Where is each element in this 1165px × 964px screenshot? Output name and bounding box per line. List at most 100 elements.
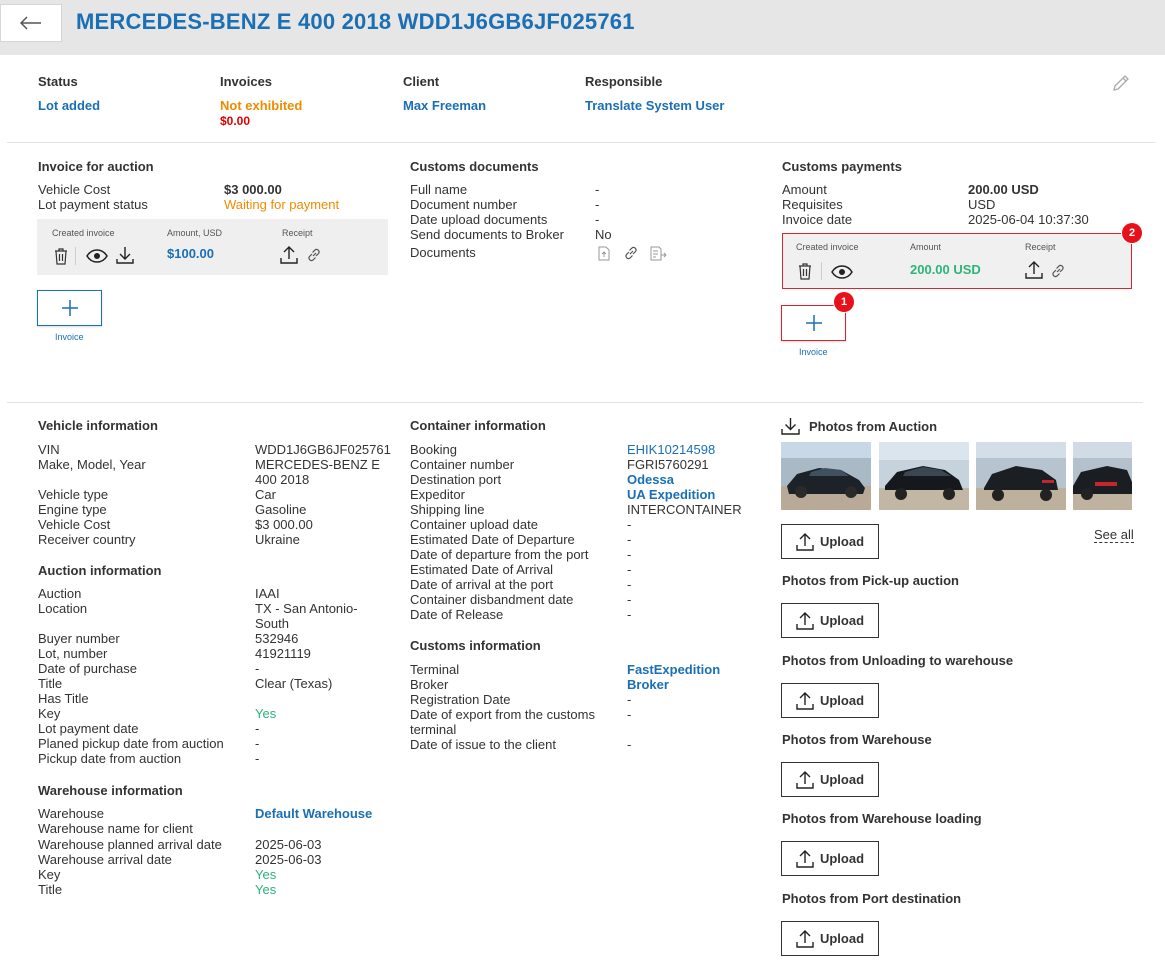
row-value: Clear (Texas)	[255, 676, 333, 691]
row-value: -	[627, 692, 632, 707]
booking-link[interactable]: EHIK10214598	[627, 442, 715, 457]
see-all-link[interactable]: See all	[1094, 527, 1134, 543]
row-label: Expeditor	[410, 487, 465, 502]
row-value: Yes	[255, 867, 277, 882]
upload-icon	[796, 691, 814, 710]
row-label: Container upload date	[410, 517, 538, 532]
step-badge-1: 1	[834, 292, 854, 312]
invoice-auction-details: Vehicle Cost $3 000.00 Lot payment status…	[38, 182, 339, 212]
auction-invoice-table: Created invoice Amount, USD Receipt $100…	[37, 219, 388, 275]
trash-icon[interactable]	[53, 247, 69, 265]
upload-warehouse-loading-photos-button[interactable]: Upload	[781, 841, 879, 876]
warehouse-link[interactable]: Default Warehouse	[255, 806, 372, 821]
row-value: -	[255, 721, 260, 736]
trash-icon[interactable]	[797, 262, 813, 280]
row-value: -	[627, 547, 632, 562]
row-value-cont: 400 2018	[255, 472, 310, 487]
upload-icon[interactable]	[1025, 261, 1043, 279]
pencil-icon[interactable]	[1111, 73, 1131, 93]
col-created-invoice: Created invoice	[796, 242, 859, 252]
row-label: Container disbandment date	[410, 592, 574, 607]
auction-photo-4[interactable]	[1073, 442, 1132, 510]
destination-port-link[interactable]: Odessa	[627, 472, 674, 487]
auction-photo-1[interactable]	[781, 442, 871, 510]
upload-auction-photos-button[interactable]: Upload	[781, 524, 879, 559]
link-icon[interactable]	[623, 245, 639, 261]
upload-icon[interactable]	[280, 246, 298, 264]
upload-label: Upload	[819, 772, 865, 787]
row-label: Documents	[410, 245, 476, 260]
row-label: Key	[38, 706, 61, 721]
vehicle-cost-value: $3 000.00	[224, 182, 282, 197]
row-label: Date of departure from the port	[410, 547, 589, 562]
client-link[interactable]: Max Freeman	[403, 98, 486, 113]
auction-photo-3[interactable]	[976, 442, 1066, 510]
add-auction-invoice-button[interactable]	[37, 290, 102, 326]
row-label: Send documents to Broker	[410, 227, 564, 242]
responsible-label: Responsible	[585, 74, 663, 89]
arrow-left-icon	[20, 16, 41, 30]
download-icon[interactable]	[781, 417, 800, 435]
eye-icon[interactable]	[86, 249, 108, 263]
upload-port-destination-photos-button[interactable]: Upload	[781, 921, 879, 956]
download-icon[interactable]	[116, 246, 134, 264]
row-value: Yes	[255, 706, 277, 721]
divider	[7, 402, 1143, 403]
status-label: Status	[38, 74, 78, 89]
row-label: VIN	[38, 442, 60, 457]
photos-section-title: Photos from Warehouse loading	[782, 811, 982, 826]
link-icon[interactable]	[1050, 263, 1066, 279]
eye-icon[interactable]	[831, 265, 853, 279]
col-created-invoice: Created invoice	[52, 228, 115, 238]
row-value: $3 000.00	[255, 517, 313, 532]
divider	[7, 142, 1155, 143]
row-label: Make, Model, Year	[38, 457, 146, 472]
link-icon[interactable]	[306, 247, 322, 263]
col-amount: Amount	[910, 242, 942, 252]
page-title: MERCEDES-BENZ E 400 2018 WDD1J6GB6JF0257…	[76, 9, 635, 34]
step-badge-2: 2	[1122, 223, 1142, 243]
customs-info-details: Terminal FastExpedition Broker Broker Regi…	[410, 662, 720, 752]
row-value-cont: South	[255, 616, 289, 631]
upload-label: Upload	[819, 931, 865, 946]
photos-section-title: Photos from Warehouse	[782, 732, 932, 747]
warehouse-info-details: Warehouse Default Warehouse Warehouse nam…	[38, 806, 372, 897]
broker-link[interactable]: Broker	[627, 677, 669, 692]
row-value: USD	[968, 197, 996, 212]
upload-unloading-photos-button[interactable]: Upload	[781, 683, 879, 718]
row-value: -	[627, 577, 632, 592]
row-value: 200.00 USD	[968, 182, 1039, 197]
client-label: Client	[403, 74, 440, 89]
upload-label: Upload	[819, 693, 865, 708]
row-value: INTERCONTAINER	[627, 502, 742, 517]
terminal-link[interactable]: FastExpedition	[627, 662, 720, 677]
responsible-link[interactable]: Translate System User	[585, 98, 724, 113]
upload-icon	[796, 611, 814, 630]
plus-icon	[805, 315, 822, 331]
auction-info-details: Auction IAAI Location TX - San Antonio- Sou…	[38, 586, 358, 766]
row-value: FGRI5760291	[627, 457, 709, 472]
document-send-icon[interactable]	[650, 246, 667, 261]
container-info-details: Booking EHIK10214598 Container number FGRI…	[410, 442, 742, 622]
row-label: Title	[38, 882, 63, 897]
row-label: Estimated Date of Departure	[410, 532, 575, 547]
row-label: Planed pickup date from auction	[38, 736, 224, 751]
row-value: -	[627, 707, 632, 722]
upload-warehouse-photos-button[interactable]: Upload	[781, 762, 879, 797]
row-label: Lot payment date	[38, 721, 139, 736]
photos-section-title: Photos from Pick-up auction	[782, 573, 959, 588]
expeditor-link[interactable]: UA Expedition	[627, 487, 715, 502]
document-upload-icon[interactable]	[598, 246, 610, 261]
plus-icon	[61, 300, 78, 316]
back-button[interactable]	[0, 4, 62, 42]
add-customs-invoice-button[interactable]	[781, 305, 846, 341]
customs-invoice-amount: 200.00 USD	[910, 262, 981, 277]
row-label: Shipping line	[410, 502, 485, 517]
auction-photo-2[interactable]	[879, 442, 969, 510]
payment-status-value: Waiting for payment	[224, 197, 340, 212]
row-label-cont: terminal	[410, 722, 457, 737]
upload-pickup-photos-button[interactable]: Upload	[781, 603, 879, 638]
container-info-title: Container information	[410, 418, 546, 433]
row-value: -	[627, 517, 632, 532]
row-label: Date of Release	[410, 607, 504, 622]
